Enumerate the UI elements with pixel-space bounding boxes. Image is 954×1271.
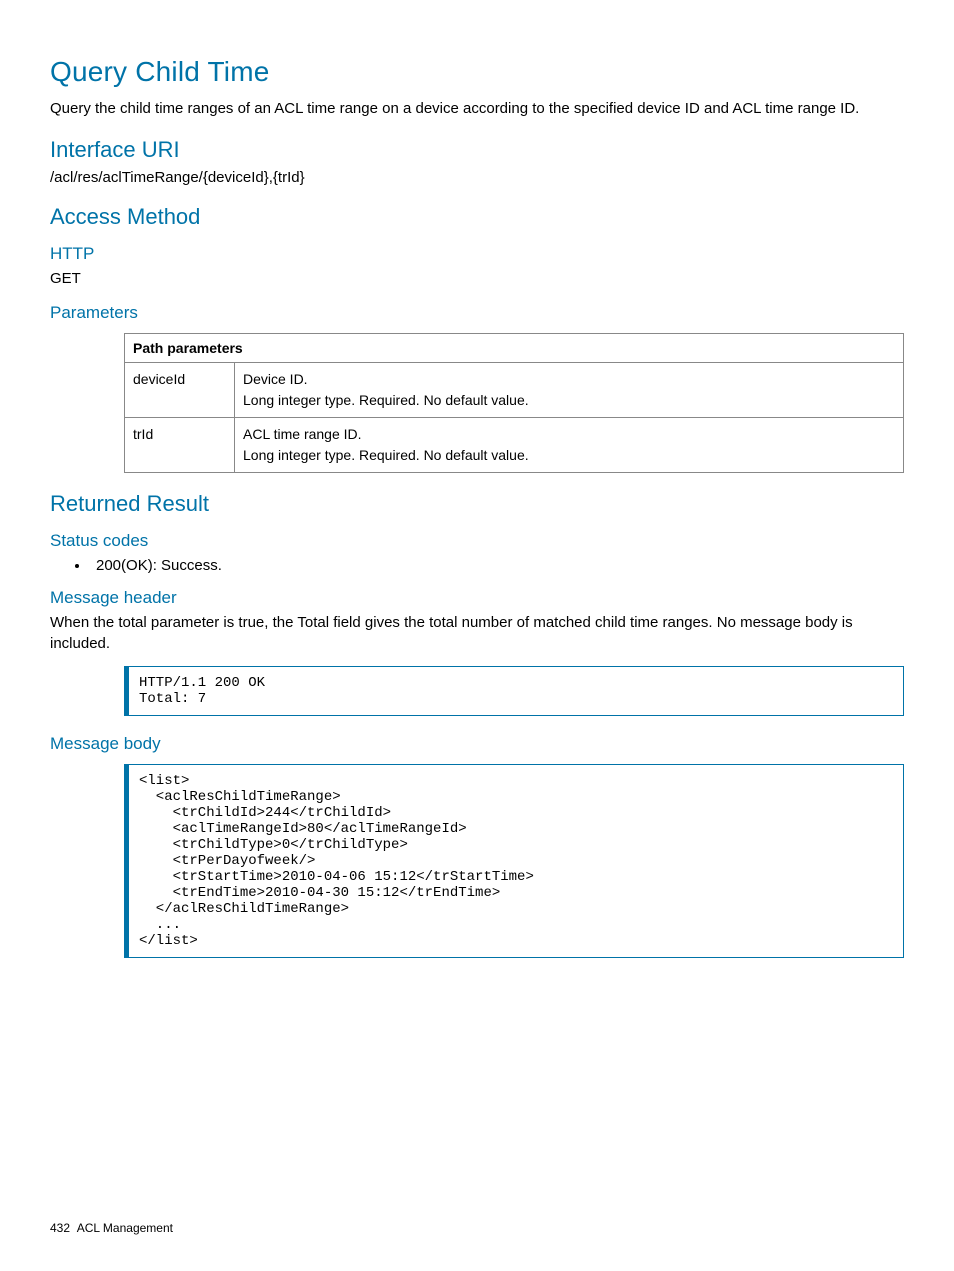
- param-desc: ACL time range ID.Long integer type. Req…: [235, 418, 904, 473]
- param-name: deviceId: [125, 363, 235, 418]
- message-header-heading: Message header: [50, 588, 904, 608]
- table-row: trId ACL time range ID.Long integer type…: [125, 418, 904, 473]
- status-codes-heading: Status codes: [50, 531, 904, 551]
- page-number: 432: [50, 1221, 70, 1235]
- http-heading: HTTP: [50, 244, 904, 264]
- table-row: deviceId Device ID.Long integer type. Re…: [125, 363, 904, 418]
- returned-heading: Returned Result: [50, 491, 904, 517]
- message-body-code: <list> <aclResChildTimeRange> <trChildId…: [124, 764, 904, 958]
- param-name: trId: [125, 418, 235, 473]
- param-desc: Device ID.Long integer type. Required. N…: [235, 363, 904, 418]
- page-title: Query Child Time: [50, 56, 904, 88]
- access-heading: Access Method: [50, 204, 904, 230]
- table-header: Path parameters: [125, 334, 904, 363]
- intro-text: Query the child time ranges of an ACL ti…: [50, 98, 904, 119]
- interface-heading: Interface URI: [50, 137, 904, 163]
- interface-uri: /acl/res/aclTimeRange/{deviceId},{trId}: [50, 169, 904, 186]
- http-method: GET: [50, 268, 904, 289]
- message-header-text: When the total parameter is true, the To…: [50, 612, 904, 654]
- path-parameters-table: Path parameters deviceId Device ID.Long …: [124, 333, 904, 473]
- list-item: 200(OK): Success.: [90, 557, 904, 574]
- footer-section: ACL Management: [77, 1221, 173, 1235]
- status-codes-list: 200(OK): Success.: [50, 557, 904, 574]
- parameters-heading: Parameters: [50, 303, 904, 323]
- message-header-code: HTTP/1.1 200 OK Total: 7: [124, 666, 904, 716]
- page-footer: 432 ACL Management: [50, 1221, 173, 1235]
- message-body-heading: Message body: [50, 734, 904, 754]
